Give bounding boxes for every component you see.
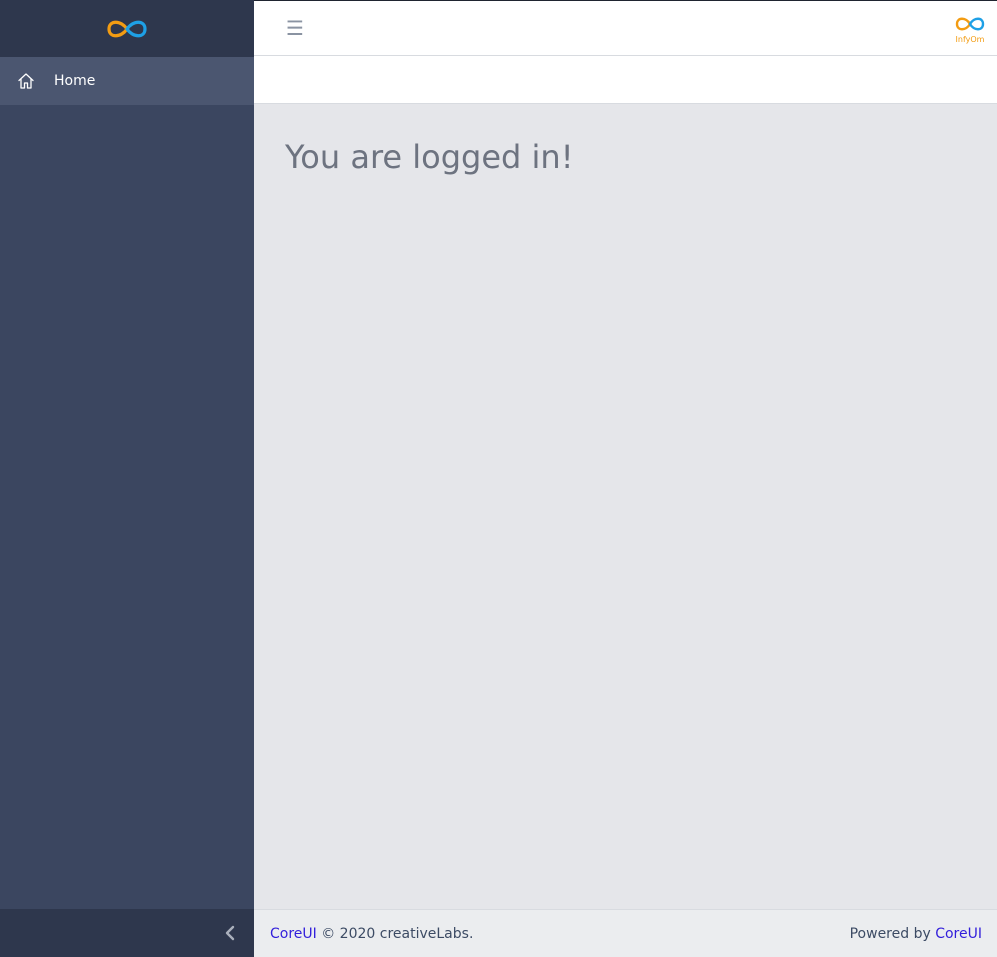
sidebar-brand[interactable] [0, 0, 254, 57]
chevron-left-icon [224, 925, 236, 941]
sidebar-item-label: Home [54, 73, 96, 89]
logo-text: InfyOm [956, 35, 985, 44]
top-header: ☰ InfyOm [254, 0, 997, 56]
sidebar: Home [0, 0, 254, 957]
subheader-bar [254, 56, 997, 104]
infinity-logo-icon [107, 20, 147, 37]
powered-by-text: Powered by [849, 926, 931, 942]
footer: CoreUI © 2020 creativeLabs. Powered by C… [254, 909, 997, 957]
coreui-link[interactable]: CoreUI [270, 926, 317, 942]
logged-in-message: You are logged in! [285, 138, 574, 176]
app-root: Home ☰ InfyOm You are logged in! CoreUI … [0, 0, 997, 957]
sidebar-minimizer-button[interactable] [0, 909, 254, 957]
copyright-text: © 2020 creativeLabs. [321, 926, 474, 942]
sidebar-toggle-button[interactable]: ☰ [282, 15, 308, 41]
footer-right: Powered by CoreUI [850, 926, 982, 942]
sidebar-item-home[interactable]: Home [0, 57, 254, 105]
footer-left: CoreUI © 2020 creativeLabs. [270, 926, 473, 942]
infyom-logo-icon: InfyOm [956, 17, 985, 44]
header-logo[interactable]: InfyOm [951, 13, 989, 45]
home-icon [16, 71, 36, 91]
hamburger-icon: ☰ [286, 16, 304, 40]
coreui-powered-link[interactable]: CoreUI [935, 926, 982, 942]
